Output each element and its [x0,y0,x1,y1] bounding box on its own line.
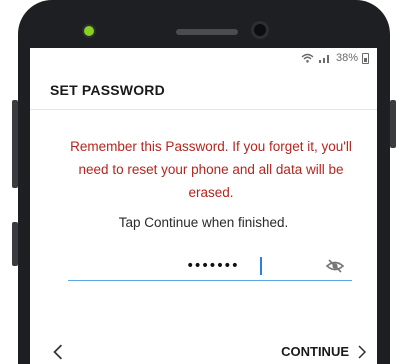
password-masked-value: ••••••• [186,258,239,274]
chevron-right-icon [358,344,367,359]
wifi-icon [301,53,314,63]
chevron-left-icon[interactable] [50,344,66,360]
front-camera-icon [254,24,266,36]
hint-text: Tap Continue when finished. [118,215,289,230]
screen: 38% SET PASSWORD Remember this Password.… [30,48,377,364]
warning-message: Remember this Password. If you forget it… [70,139,352,200]
password-input[interactable]: ••••••• [68,254,352,281]
continue-label: CONTINUE [281,344,349,359]
continue-button[interactable]: CONTINUE [281,344,367,359]
footer-bar: CONTINUE [30,344,377,364]
battery-icon [362,52,369,64]
page-title: SET PASSWORD [50,82,165,98]
eye-off-icon[interactable] [326,259,344,273]
battery-percent: 38% [335,52,358,64]
text-cursor [260,257,262,275]
status-bar: 38% [301,50,369,66]
phone-device: 38% SET PASSWORD Remember this Password.… [0,0,401,364]
signal-icon [318,55,329,63]
title-divider [30,109,377,110]
power-button [390,100,396,148]
earpiece-speaker [176,29,238,35]
proximity-sensor-icon [84,26,94,36]
